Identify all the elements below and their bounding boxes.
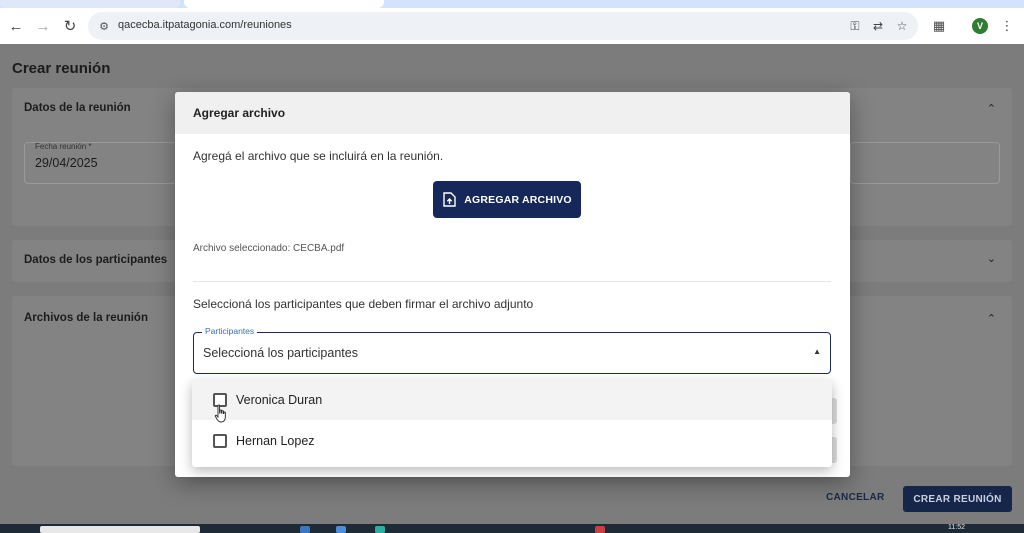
participant-option[interactable]: Veronica Duran — [192, 380, 832, 420]
taskbar-clock[interactable]: 11:52 — [948, 524, 965, 531]
participant-option-label: Veronica Duran — [236, 393, 323, 407]
add-file-label: AGREGAR ARCHIVO — [464, 193, 572, 206]
meeting-data-title[interactable]: Datos de la reunión — [24, 102, 131, 114]
dialog-header: Agregar archivo — [175, 92, 850, 134]
url-text[interactable]: qacecba.itpatagonia.com/reuniones — [118, 19, 292, 31]
meeting-date-label: Fecha reunión * — [35, 142, 92, 151]
taskbar-app-icon[interactable] — [595, 526, 605, 533]
chevron-up-icon[interactable]: ⌃ — [987, 312, 996, 325]
taskbar-app-icon[interactable] — [336, 526, 346, 533]
dialog-title: Agregar archivo — [193, 106, 286, 120]
password-key-icon[interactable]: ⚿ — [846, 18, 864, 34]
meeting-date-value: 29/04/2025 — [35, 156, 98, 170]
browser-tab-strip — [0, 0, 1024, 8]
translate-icon[interactable]: ⇄ — [869, 18, 887, 34]
participant-checkbox[interactable] — [213, 434, 227, 448]
extensions-puzzle-icon[interactable]: ▦ — [930, 17, 948, 35]
caret-up-icon[interactable]: ▲ — [813, 347, 821, 356]
chevron-up-icon[interactable]: ⌃ — [987, 102, 996, 115]
file-upload-icon — [442, 192, 456, 208]
dialog-description: Agregá el archivo que se incluirá en la … — [193, 149, 444, 163]
create-meeting-button[interactable]: CREAR REUNIÓN — [903, 486, 1012, 512]
participants-select-placeholder: Seleccioná los participantes — [203, 346, 358, 360]
os-taskbar: 11:52 — [0, 524, 1024, 533]
participant-option-label: Hernan Lopez — [236, 434, 315, 448]
participants-dropdown: Veronica Duran Hernan Lopez — [192, 380, 832, 467]
taskbar-search[interactable] — [40, 526, 200, 533]
browser-tab-active[interactable] — [184, 0, 384, 8]
cancel-button[interactable]: CANCELAR — [826, 492, 885, 503]
browser-toolbar: ← → ↻ ⚙ qacecba.itpatagonia.com/reunione… — [0, 8, 1024, 44]
back-arrow-icon[interactable]: ← — [5, 15, 27, 37]
dialog-divider — [193, 281, 831, 282]
meeting-date-field[interactable]: Fecha reunión * 29/04/2025 — [24, 142, 179, 184]
hand-cursor-icon — [214, 404, 226, 423]
files-title[interactable]: Archivos de la reunión — [24, 312, 148, 324]
participants-select-label: Participantes — [202, 326, 258, 336]
address-bar[interactable]: ⚙ qacecba.itpatagonia.com/reuniones ⚿ ⇄ … — [88, 12, 918, 40]
signers-description: Seleccioná los participantes que deben f… — [193, 297, 534, 311]
browser-tab[interactable] — [0, 0, 180, 8]
participants-select[interactable]: Participantes Seleccioná los participant… — [193, 326, 831, 374]
site-settings-icon[interactable]: ⚙ — [96, 18, 112, 34]
add-file-button[interactable]: AGREGAR ARCHIVO — [433, 181, 581, 218]
profile-avatar[interactable]: V — [972, 18, 988, 34]
reload-icon[interactable]: ↻ — [59, 15, 81, 37]
forward-arrow-icon[interactable]: → — [32, 15, 54, 37]
selected-file-text: Archivo seleccionado: CECBA.pdf — [193, 243, 345, 254]
browser-menu-icon[interactable]: ⋮ — [998, 17, 1016, 35]
participant-option[interactable]: Hernan Lopez — [192, 421, 832, 461]
bookmark-star-icon[interactable]: ☆ — [893, 18, 911, 34]
taskbar-app-icon[interactable] — [375, 526, 385, 533]
page-title: Crear reunión — [12, 60, 111, 77]
participants-title: Datos de los participantes — [24, 254, 168, 266]
taskbar-app-icon[interactable] — [300, 526, 310, 533]
chevron-down-icon[interactable]: ⌄ — [987, 252, 996, 265]
meeting-field-right[interactable] — [850, 142, 1000, 184]
